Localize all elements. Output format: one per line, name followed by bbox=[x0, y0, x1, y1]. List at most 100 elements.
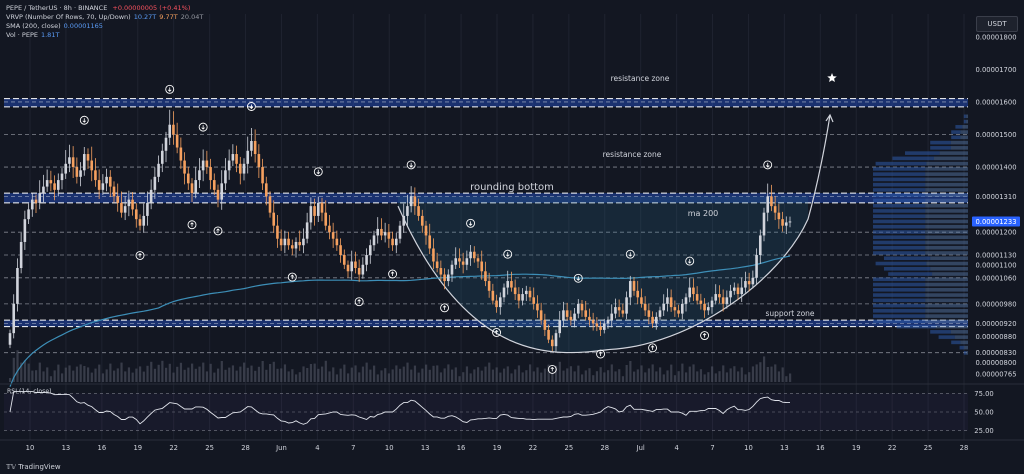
volume-bar bbox=[603, 372, 606, 382]
volume-bar bbox=[729, 368, 732, 382]
candle-body bbox=[484, 271, 487, 282]
volume-bar bbox=[510, 373, 513, 382]
profile-bar-up bbox=[951, 340, 961, 345]
volume-bar bbox=[718, 371, 721, 382]
profile-bar-down bbox=[954, 335, 968, 339]
volume-bar bbox=[651, 364, 654, 382]
profile-bar-down bbox=[925, 182, 968, 187]
volume-bar bbox=[376, 374, 379, 382]
volume-bar bbox=[179, 362, 183, 382]
volume-bar bbox=[272, 361, 275, 382]
candle-body bbox=[127, 199, 131, 207]
legend-vol-row: Vol · PEPE 1.81T bbox=[6, 31, 203, 40]
volume-bar bbox=[722, 365, 725, 382]
volume-bar bbox=[153, 368, 157, 382]
volume-bar bbox=[23, 360, 27, 382]
profile-bar-down bbox=[966, 351, 968, 355]
volume-bar bbox=[120, 362, 123, 382]
time-tick-label: 19 bbox=[852, 444, 861, 452]
profile-bar-up bbox=[873, 293, 926, 297]
volume-bar bbox=[387, 373, 391, 382]
volume-bar bbox=[584, 370, 587, 382]
time-tick-label: 4 bbox=[315, 444, 319, 452]
price-tick-label: 0.00001200 bbox=[975, 229, 1016, 237]
volume-bar bbox=[785, 376, 788, 382]
candle-body bbox=[157, 163, 160, 177]
price-tick-label: 0.00000880 bbox=[975, 333, 1016, 341]
candle-body bbox=[320, 202, 324, 213]
volume-bar bbox=[532, 371, 535, 382]
volume-bar bbox=[172, 372, 175, 382]
profile-bar-up bbox=[873, 288, 926, 292]
sma-label[interactable]: SMA (200, close) bbox=[6, 22, 61, 30]
volume-bar bbox=[347, 373, 350, 382]
symbol-title[interactable]: PEPE / TetherUS · 8h · BINANCE bbox=[6, 4, 107, 12]
candle-body bbox=[294, 241, 298, 249]
volume-bar bbox=[540, 372, 543, 382]
volume-bar bbox=[116, 368, 119, 382]
profile-bar-up bbox=[873, 219, 926, 224]
candle-body bbox=[238, 163, 242, 174]
price-tick-label: 0.00001400 bbox=[975, 164, 1016, 172]
volume-bar bbox=[168, 363, 171, 382]
candle-body bbox=[101, 183, 105, 190]
time-tick-label: Jun bbox=[275, 444, 287, 452]
candle-body bbox=[264, 183, 268, 197]
volume-bar bbox=[157, 364, 160, 382]
price-tick-label: 0.00001100 bbox=[975, 261, 1016, 269]
candle-body bbox=[576, 303, 580, 314]
candle-body bbox=[417, 206, 420, 216]
volume-bar bbox=[235, 370, 238, 382]
volume-bar bbox=[198, 366, 201, 382]
price-tick-label: 0.00000800 bbox=[975, 359, 1016, 367]
time-tick-label: 28 bbox=[600, 444, 609, 452]
profile-bar-down bbox=[925, 172, 968, 176]
volume-bar bbox=[217, 368, 220, 382]
volume-bar bbox=[35, 370, 38, 382]
volume-bar bbox=[250, 365, 253, 382]
time-tick-label: Jul bbox=[636, 444, 645, 452]
volume-bar bbox=[733, 366, 736, 382]
candle-body bbox=[198, 170, 201, 181]
candle-body bbox=[528, 290, 532, 298]
candle-body bbox=[387, 232, 391, 239]
volume-bar bbox=[484, 366, 487, 382]
candle-body bbox=[751, 277, 755, 285]
time-tick-label: 25 bbox=[205, 444, 214, 452]
candle-body bbox=[584, 310, 588, 317]
logo-text: TradingView bbox=[18, 463, 61, 471]
volume-bar bbox=[443, 368, 446, 382]
volume-bar bbox=[480, 370, 483, 382]
volume-bar bbox=[770, 366, 773, 382]
candle-body bbox=[617, 307, 621, 311]
volume-bar bbox=[740, 367, 743, 382]
profile-bar-up bbox=[873, 230, 926, 234]
candle-body bbox=[591, 320, 595, 324]
candle-body bbox=[517, 294, 521, 301]
candle-body bbox=[235, 154, 238, 164]
volume-bar bbox=[755, 364, 758, 382]
candle-body bbox=[658, 310, 662, 317]
time-tick-label: 16 bbox=[98, 444, 107, 452]
vrvp-label[interactable]: VRVP (Number Of Rows, 70, Up/Down) bbox=[6, 13, 131, 21]
volume-bar bbox=[465, 366, 469, 382]
volume-bar bbox=[696, 371, 699, 382]
currency-unit-button[interactable]: USDT bbox=[976, 16, 1018, 32]
candle-body bbox=[558, 320, 562, 334]
candle-body bbox=[543, 320, 547, 330]
candle-body bbox=[216, 189, 220, 200]
candle-body bbox=[328, 225, 331, 233]
candle-body bbox=[406, 206, 409, 216]
volume-bar bbox=[335, 374, 339, 382]
candle-body bbox=[610, 313, 614, 321]
profile-bar-down bbox=[966, 114, 968, 119]
tradingview-logo[interactable]: 𝕋𝕍 TradingView bbox=[6, 463, 61, 471]
chart-legend: PEPE / TetherUS · 8h · BINANCE +0.000000… bbox=[6, 4, 203, 40]
volume-bar bbox=[298, 372, 301, 382]
profile-bar-up bbox=[873, 188, 926, 192]
candle-body bbox=[699, 300, 703, 304]
candle-body bbox=[413, 196, 417, 207]
volume-bar bbox=[287, 371, 290, 382]
price-axis[interactable]: 0.00001800 0.00001700 0.00001600 0.00001500… bbox=[968, 0, 1024, 444]
vol-label[interactable]: Vol · PEPE bbox=[6, 31, 38, 39]
